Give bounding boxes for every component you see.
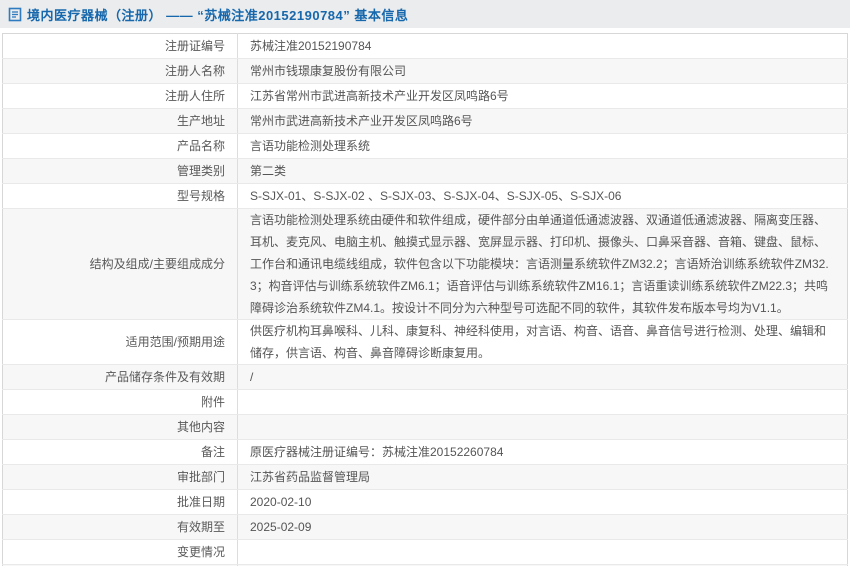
table-row: 有效期至 2025-02-09 xyxy=(3,515,848,540)
row-value: / xyxy=(238,365,848,390)
row-label: 变更情况 xyxy=(3,540,238,565)
table-row: 变更情况 xyxy=(3,540,848,565)
table-row: 型号规格 S-SJX-01、S-SJX-02 、S-SJX-03、S-SJX-0… xyxy=(3,184,848,209)
row-label: 适用范围/预期用途 xyxy=(3,320,238,365)
row-value: 第二类 xyxy=(238,159,848,184)
table-row: 其他内容 xyxy=(3,415,848,440)
row-label: 注册人住所 xyxy=(3,84,238,109)
row-value xyxy=(238,540,848,565)
table-row: 管理类别 第二类 xyxy=(3,159,848,184)
table-row: 附件 xyxy=(3,390,848,415)
row-label: 型号规格 xyxy=(3,184,238,209)
row-value: 常州市钱璟康复股份有限公司 xyxy=(238,59,848,84)
table-row: 备注 原医疗器械注册证编号：苏械注准20152260784 xyxy=(3,440,848,465)
row-value: 常州市武进高新技术产业开发区凤鸣路6号 xyxy=(238,109,848,134)
page-header-bar: 境内医疗器械（注册） —— “苏械注准20152190784” 基本信息 xyxy=(0,0,850,28)
table-row: 审批部门 江苏省药品监督管理局 xyxy=(3,465,848,490)
row-label: 附件 xyxy=(3,390,238,415)
table-row: 注册人名称 常州市钱璟康复股份有限公司 xyxy=(3,59,848,84)
row-value: 苏械注准20152190784 xyxy=(238,34,848,59)
row-label: 批准日期 xyxy=(3,490,238,515)
row-value: 言语功能检测处理系统 xyxy=(238,134,848,159)
row-label: 生产地址 xyxy=(3,109,238,134)
row-label: 审批部门 xyxy=(3,465,238,490)
row-value: 言语功能检测处理系统由硬件和软件组成，硬件部分由单通道低通滤波器、双通道低通滤波… xyxy=(238,209,848,320)
row-value: 江苏省常州市武进高新技术产业开发区凤鸣路6号 xyxy=(238,84,848,109)
row-label: 有效期至 xyxy=(3,515,238,540)
registration-info-table: 注册证编号 苏械注准20152190784 注册人名称 常州市钱璟康复股份有限公… xyxy=(2,33,848,566)
page-title: 境内医疗器械（注册） —— “苏械注准20152190784” 基本信息 xyxy=(27,5,408,24)
row-label: 其他内容 xyxy=(3,415,238,440)
row-label: 结构及组成/主要组成成分 xyxy=(3,209,238,320)
row-label: 产品名称 xyxy=(3,134,238,159)
table-row: 产品储存条件及有效期 / xyxy=(3,365,848,390)
table-row: 适用范围/预期用途 供医疗机构耳鼻喉科、儿科、康复科、神经科使用，对言语、构音、… xyxy=(3,320,848,365)
row-label: 管理类别 xyxy=(3,159,238,184)
row-label: 注册人名称 xyxy=(3,59,238,84)
table-row: 产品名称 言语功能检测处理系统 xyxy=(3,134,848,159)
row-label: 注册证编号 xyxy=(3,34,238,59)
table-row: 生产地址 常州市武进高新技术产业开发区凤鸣路6号 xyxy=(3,109,848,134)
row-value: 2025-02-09 xyxy=(238,515,848,540)
row-value xyxy=(238,415,848,440)
table-row: 注册人住所 江苏省常州市武进高新技术产业开发区凤鸣路6号 xyxy=(3,84,848,109)
row-label: 备注 xyxy=(3,440,238,465)
document-icon xyxy=(8,7,22,22)
row-value xyxy=(238,390,848,415)
table-row: 注册证编号 苏械注准20152190784 xyxy=(3,34,848,59)
table-row: 结构及组成/主要组成成分 言语功能检测处理系统由硬件和软件组成，硬件部分由单通道… xyxy=(3,209,848,320)
table-row: 批准日期 2020-02-10 xyxy=(3,490,848,515)
row-value: S-SJX-01、S-SJX-02 、S-SJX-03、S-SJX-04、S-S… xyxy=(238,184,848,209)
row-value: 原医疗器械注册证编号：苏械注准20152260784 xyxy=(238,440,848,465)
row-value: 2020-02-10 xyxy=(238,490,848,515)
row-value: 江苏省药品监督管理局 xyxy=(238,465,848,490)
row-label: 产品储存条件及有效期 xyxy=(3,365,238,390)
row-value: 供医疗机构耳鼻喉科、儿科、康复科、神经科使用，对言语、构音、语音、鼻音信号进行检… xyxy=(238,320,848,365)
